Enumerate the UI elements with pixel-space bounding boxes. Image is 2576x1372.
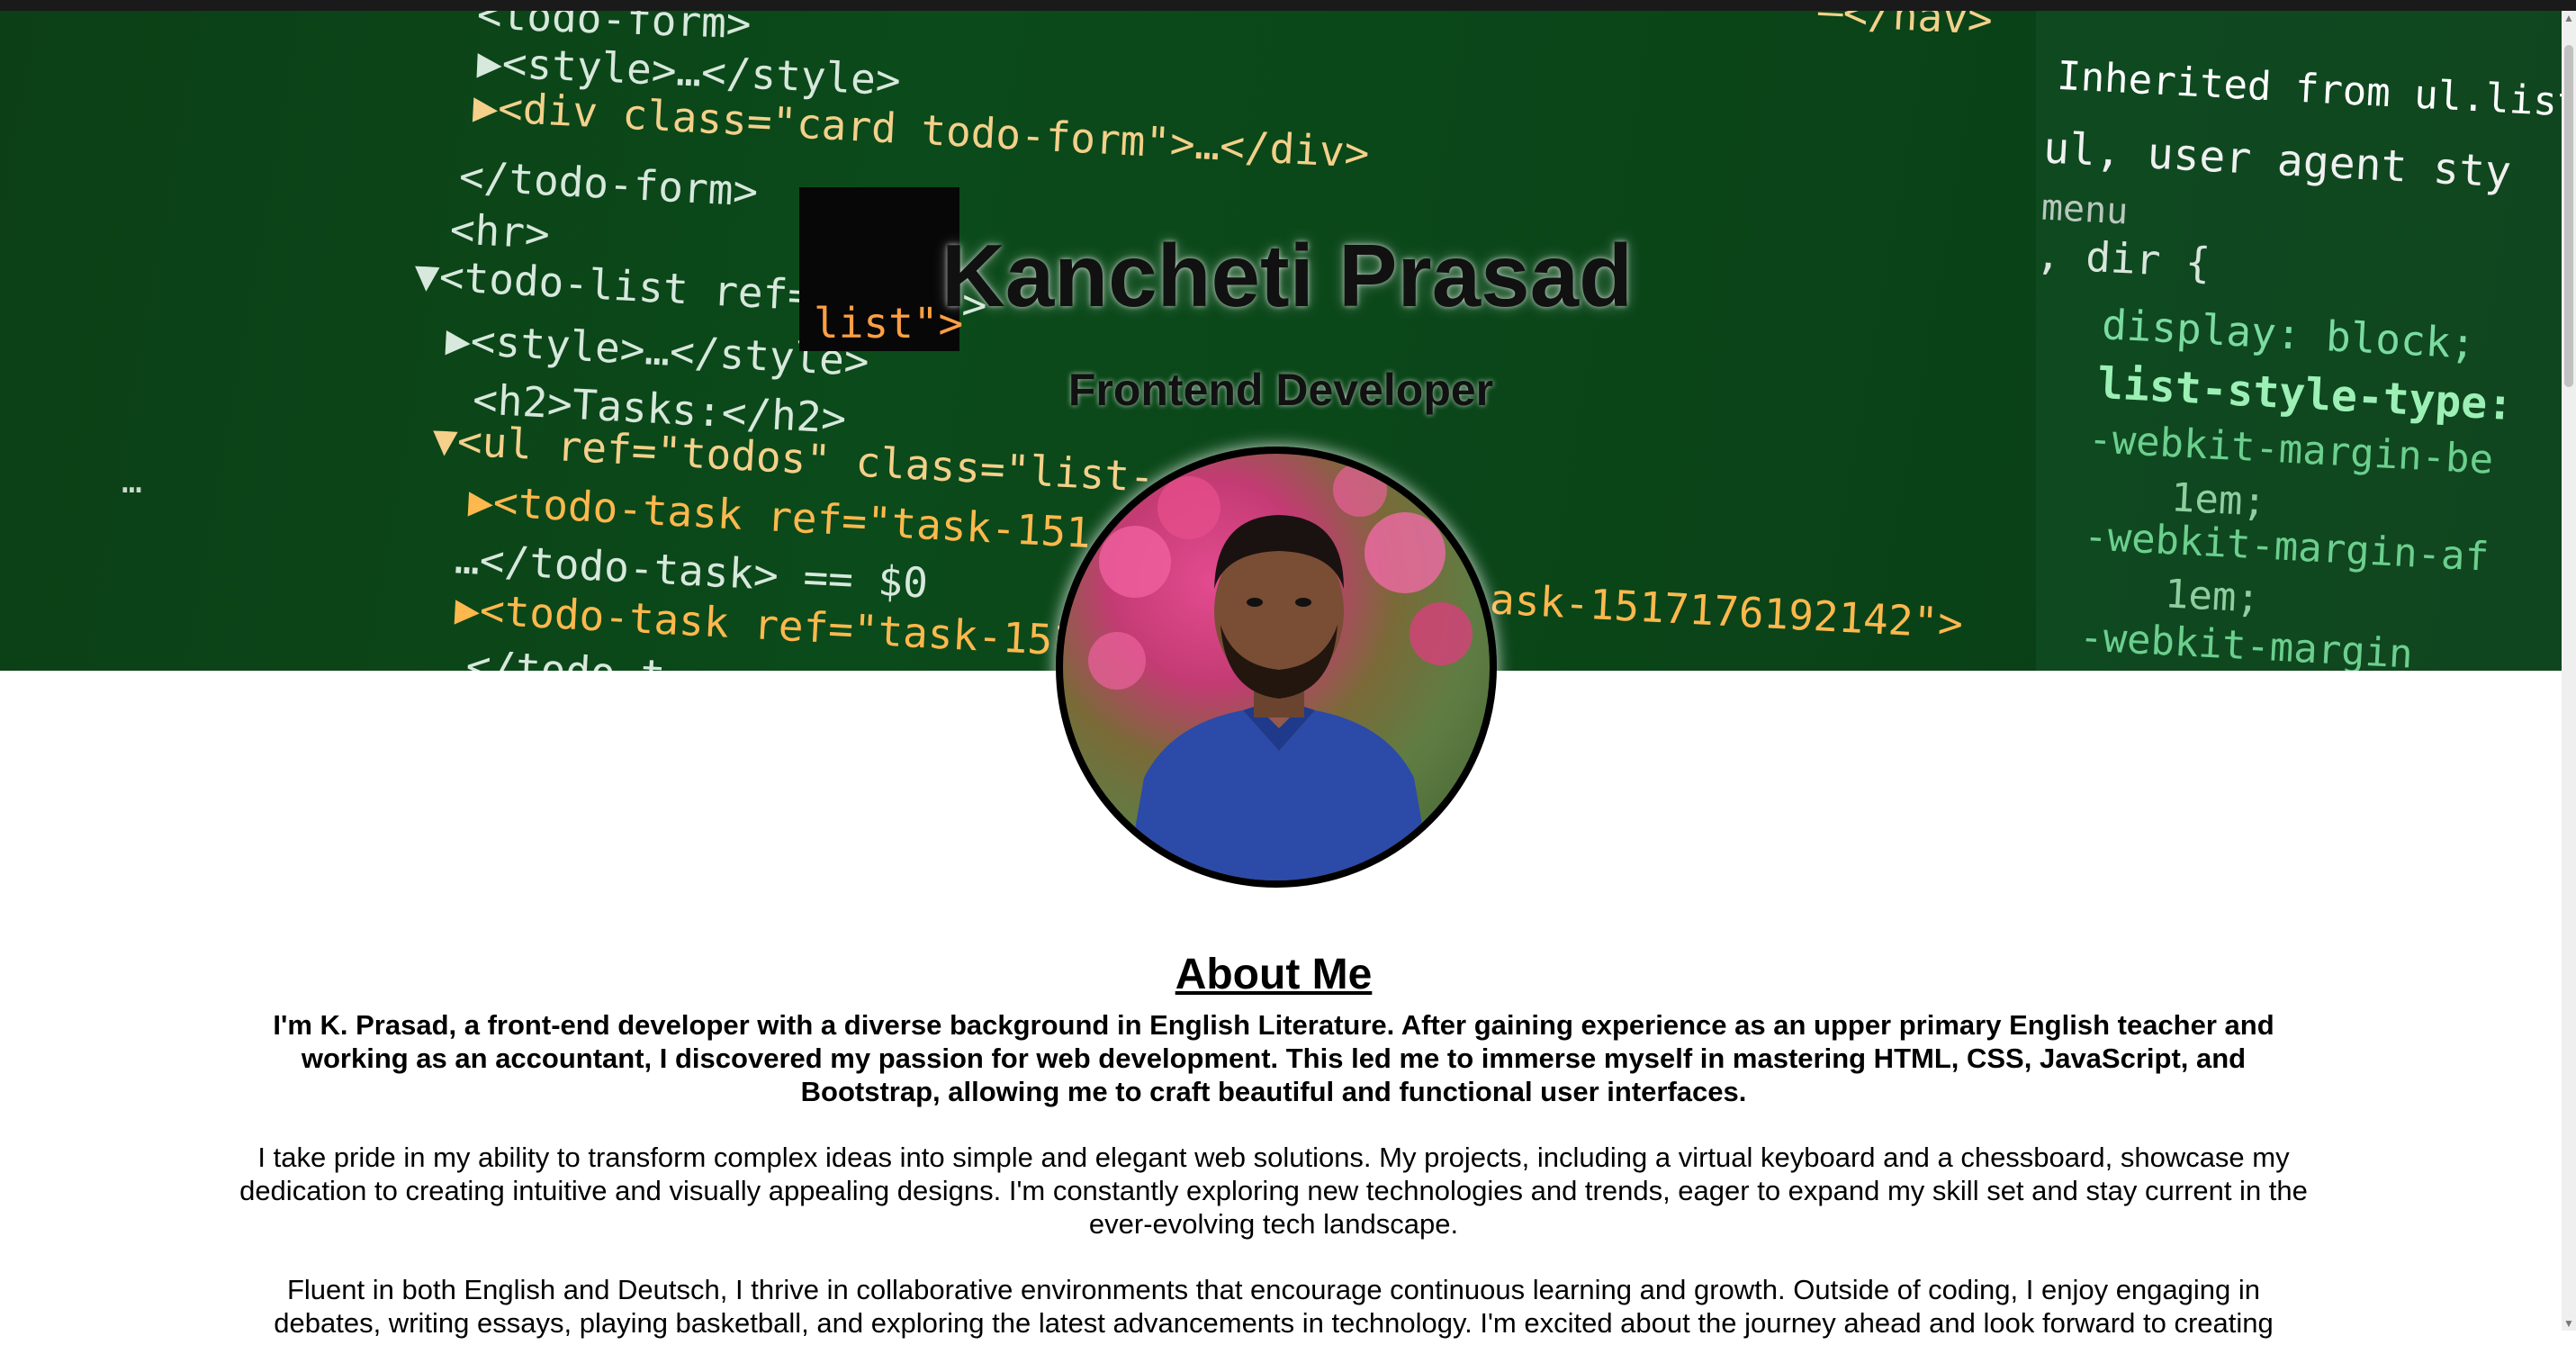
about-paragraph: I take pride in my ability to transform …	[239, 1142, 2308, 1240]
logo-square: list">	[799, 187, 963, 351]
scrollbar-thumb[interactable]	[2564, 45, 2573, 387]
code-fragment-nav: —</nav>	[1816, 11, 1995, 45]
about-paragraph: Fluent in both English and Deutsch, I th…	[274, 1274, 2274, 1339]
about-paragraph: I'm K. Prasad, a front-end developer wit…	[273, 1009, 2274, 1107]
code-line: …</todo-t	[439, 639, 667, 671]
browser-top-edge	[0, 0, 2576, 11]
person-illustration	[1088, 463, 1473, 880]
page-scrollbar[interactable]: ▲ ▼	[2562, 11, 2576, 1331]
hero-role: Frontend Developer	[1067, 365, 1494, 415]
code-line: <hr>	[448, 204, 552, 258]
ellipsis-marker: …	[122, 461, 142, 501]
about-section: About Me I'm K. Prasad, a front-end deve…	[234, 950, 2313, 1372]
scroll-down-icon[interactable]: ▼	[2562, 1316, 2576, 1331]
profile-avatar	[1056, 447, 1497, 888]
code-line: menu	[2040, 186, 2130, 233]
code-line: </todo-form>	[457, 151, 760, 216]
code-line: 1em;	[2163, 571, 2262, 622]
code-fragment-task: ask-1517176192142">	[1488, 574, 1965, 648]
code-line: , dir {	[2034, 229, 2212, 288]
about-heading: About Me	[1175, 951, 1373, 998]
scroll-up-icon[interactable]: ▲	[2562, 11, 2576, 25]
hero-name: Kancheti Prasad	[941, 226, 1633, 325]
